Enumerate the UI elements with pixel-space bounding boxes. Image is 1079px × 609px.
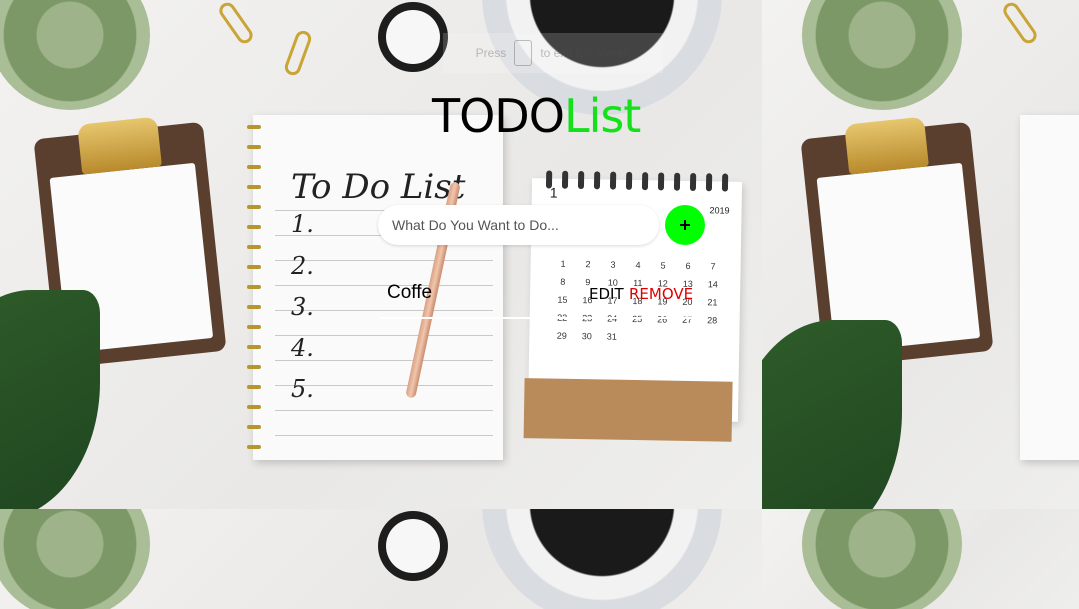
todo-item: Coffe EDIT REMOVE (380, 277, 705, 319)
edit-button[interactable]: EDIT (589, 285, 624, 303)
coffee-cup (482, 509, 722, 609)
succulent-plant (0, 509, 150, 609)
title-part-todo: TODO (432, 89, 565, 143)
background-photo-repeat (0, 509, 762, 609)
title-part-list: List (563, 89, 641, 143)
notebook-title: To Do List (291, 167, 466, 207)
calendar-year: 2019 (709, 205, 730, 216)
fullscreen-hint: Press to exit full screen (443, 33, 663, 73)
esc-key-icon (514, 40, 533, 66)
add-task-button[interactable] (665, 205, 705, 245)
notebook-number: 5. (291, 375, 314, 403)
notebook-number: 1. (291, 210, 314, 238)
notebook-number: 3. (291, 293, 314, 321)
notebook (1020, 115, 1079, 460)
todo-list: Coffe EDIT REMOVE (380, 277, 705, 319)
plus-icon (680, 220, 690, 230)
alarm-clock (378, 2, 448, 72)
page-title: TODOList (432, 86, 641, 146)
monstera-leaf (762, 320, 902, 509)
background-photo-repeat (762, 0, 1079, 509)
alarm-clock (378, 511, 448, 581)
paperclip-icon (1000, 0, 1040, 47)
binder-clip-icon (282, 28, 314, 78)
task-input[interactable] (378, 205, 659, 245)
succulent-plant (802, 509, 962, 609)
background-photo-repeat (762, 509, 1079, 609)
monstera-leaf (0, 290, 100, 509)
succulent-plant (802, 0, 962, 110)
calendar-month: 1 (549, 184, 558, 201)
todo-text: Coffe (387, 282, 433, 303)
hint-text-right: to exit full screen (540, 46, 631, 60)
paperclip-icon (216, 0, 256, 47)
background-photo: To Do List 1. 2. 3. 4. 5. 1 2019 1234567… (0, 0, 762, 509)
hint-text-left: Press (475, 46, 507, 60)
notebook-number: 2. (291, 252, 314, 280)
notebook-number: 4. (291, 334, 314, 362)
remove-button[interactable]: REMOVE (629, 285, 693, 303)
succulent-plant (0, 0, 150, 110)
